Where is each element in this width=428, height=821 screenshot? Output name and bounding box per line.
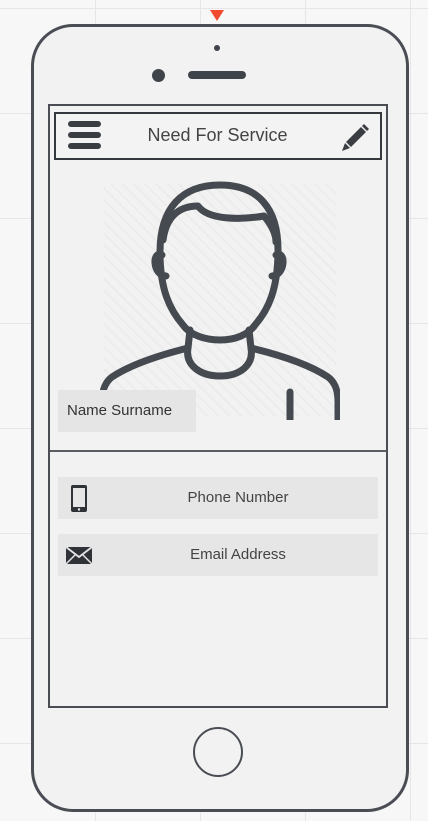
email-address-label: Email Address [190, 546, 286, 563]
name-label: Name Surname [58, 390, 196, 432]
page-title: Need For Service [147, 125, 288, 145]
front-sensor [152, 69, 165, 82]
section-divider [50, 450, 386, 452]
pencil-edit-icon[interactable] [338, 120, 372, 154]
phone-number-label: Phone Number [187, 489, 289, 506]
speaker-grille [188, 71, 246, 79]
email-address-field[interactable]: Email Address [58, 534, 378, 576]
hamburger-menu-icon[interactable] [68, 121, 101, 151]
envelope-icon [64, 540, 94, 570]
home-button[interactable] [193, 727, 243, 777]
mobile-phone-icon [64, 483, 94, 513]
camera-dot [214, 45, 220, 51]
phone-number-field[interactable]: Phone Number [58, 477, 378, 519]
user-avatar-icon [98, 180, 342, 424]
selection-marker [210, 10, 224, 21]
